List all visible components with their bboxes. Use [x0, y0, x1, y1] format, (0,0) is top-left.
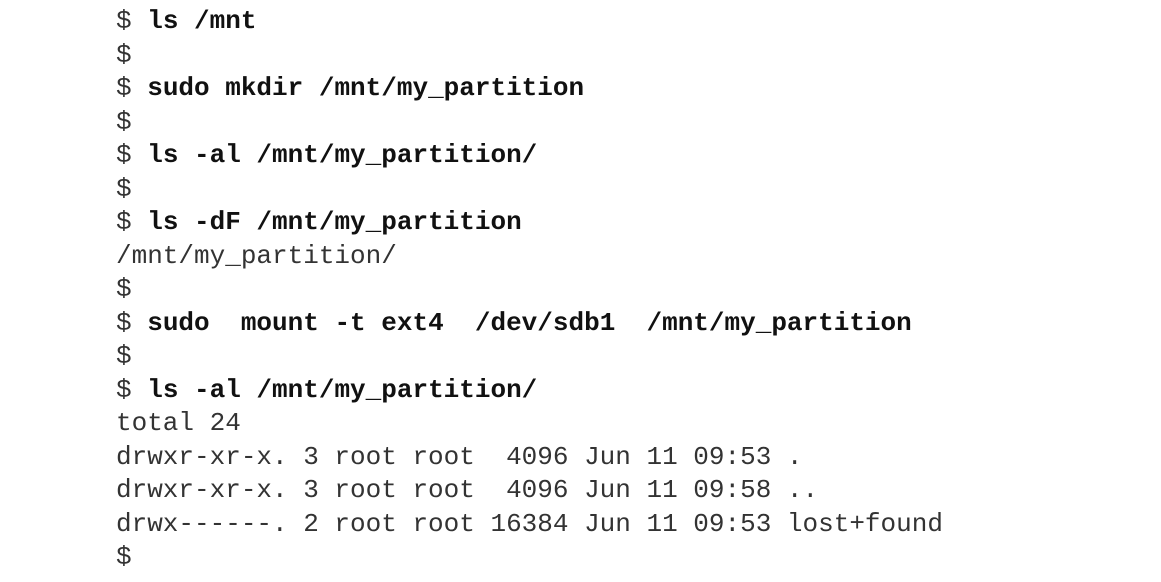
shell-prompt: $	[116, 173, 132, 204]
shell-prompt: $	[116, 307, 132, 338]
terminal-line: $ ls -dF /mnt/my_partition	[116, 206, 943, 240]
command-output: drwxr-xr-x. 3 root root 4096 Jun 11 09:5…	[116, 475, 819, 505]
command-text: sudo mount -t ext4 /dev/sdb1 /mnt/my_par…	[147, 307, 912, 338]
command-text: ls -dF /mnt/my_partition	[147, 207, 522, 237]
command-text: ls -al /mnt/my_partition/	[147, 374, 538, 405]
terminal-line: $	[116, 173, 943, 207]
terminal-line: total 24	[116, 407, 943, 441]
shell-prompt: $	[116, 341, 132, 371]
shell-prompt: $	[116, 106, 132, 137]
shell-prompt: $	[116, 207, 132, 237]
shell-prompt: $	[116, 542, 132, 572]
command-text: ls -al /mnt/my_partition/	[147, 140, 538, 170]
terminal-line: $	[116, 39, 943, 73]
terminal-line: $	[116, 106, 943, 140]
shell-prompt: $	[116, 6, 132, 36]
terminal-line: $ sudo mount -t ext4 /dev/sdb1 /mnt/my_p…	[116, 307, 943, 341]
terminal-line: drwxr-xr-x. 3 root root 4096 Jun 11 09:5…	[116, 441, 943, 475]
command-output: total 24	[116, 408, 241, 438]
terminal-line: $	[116, 340, 943, 374]
terminal-line: $ ls -al /mnt/my_partition/	[116, 374, 943, 408]
command-output: drwxr-xr-x. 3 root root 4096 Jun 11 09:5…	[116, 441, 803, 472]
terminal-line: $ ls /mnt	[116, 5, 943, 39]
command-output: drwx------. 2 root root 16384 Jun 11 09:…	[116, 508, 943, 539]
command-output: /mnt/my_partition/	[116, 240, 397, 271]
terminal-transcript: $ ls /mnt $ $ sudo mkdir /mnt/my_partition…	[116, 5, 943, 575]
terminal-line: $	[116, 273, 943, 307]
command-text: sudo mkdir /mnt/my_partition	[147, 73, 585, 103]
shell-prompt: $	[116, 140, 132, 170]
shell-prompt: $	[116, 39, 132, 70]
terminal-line: /mnt/my_partition/	[116, 240, 943, 274]
shell-prompt: $	[116, 73, 132, 103]
shell-prompt: $	[116, 374, 132, 405]
terminal-line: drwxr-xr-x. 3 root root 4096 Jun 11 09:5…	[116, 474, 943, 508]
terminal-line: drwx------. 2 root root 16384 Jun 11 09:…	[116, 508, 943, 542]
terminal-line: $	[116, 541, 943, 575]
terminal-line: $ ls -al /mnt/my_partition/	[116, 139, 943, 173]
command-text: ls /mnt	[147, 6, 257, 36]
shell-prompt: $	[116, 274, 132, 304]
terminal-line: $ sudo mkdir /mnt/my_partition	[116, 72, 943, 106]
